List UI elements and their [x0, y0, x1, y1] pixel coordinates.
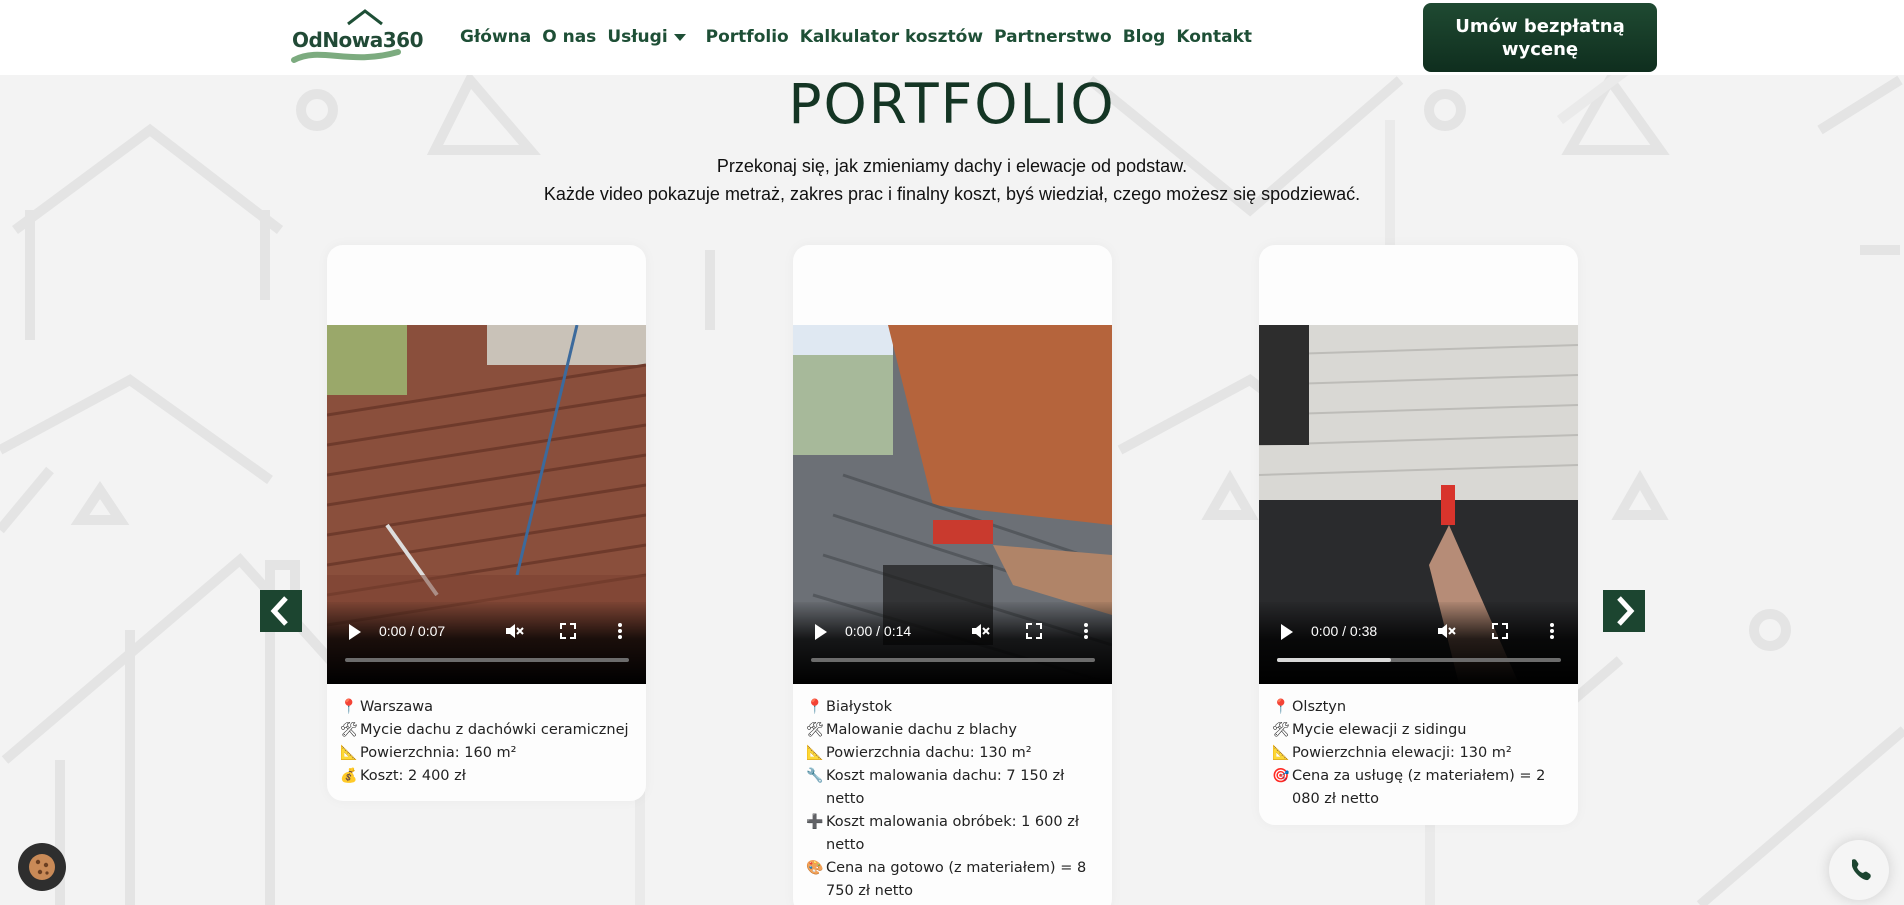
book-quote-button[interactable]: Umów bezpłatną wycenę — [1423, 3, 1657, 72]
portfolio-card: 0:00 / 0:38 📍 Olsztyn 🛠 Mycie elewacji z s… — [1259, 245, 1578, 825]
cookie-icon — [29, 854, 55, 880]
site-header: OdNowa360 Główna O nas Usługi Portfolio … — [0, 0, 1904, 75]
video-player[interactable]: 0:00 / 0:07 — [327, 325, 646, 684]
nav-item-glowna[interactable]: Główna — [460, 27, 531, 47]
detail-trim-cost: ➕ Koszt malowania obróbek: 1 600 zł netto — [806, 811, 1106, 857]
nav-item-o-nas[interactable]: O nas — [542, 27, 596, 47]
ruler-icon: 📐 — [1272, 745, 1290, 761]
pin-icon: 📍 — [1272, 699, 1290, 715]
mute-icon[interactable] — [1435, 620, 1457, 642]
logo-text: OdNowa360 — [292, 28, 424, 52]
video-controls: 0:00 / 0:07 — [327, 602, 646, 684]
phone-icon — [1851, 859, 1871, 881]
detail-total-price: 🎨 Cena na gotowo (z materiałem) = 8 750 z… — [806, 857, 1106, 903]
carousel-prev-button[interactable] — [260, 590, 302, 632]
detail-service: 🛠 Malowanie dachu z blachy — [806, 719, 1106, 742]
money-bag-icon: 💰 — [340, 768, 358, 784]
detail-roof-cost: 🔧 Koszt malowania dachu: 7 150 zł netto — [806, 765, 1106, 811]
detail-cost: 💰 Koszt: 2 400 zł — [340, 765, 640, 788]
detail-service: 🛠 Mycie dachu z dachówki ceramicznej — [340, 719, 640, 742]
main-nav: Główna O nas Usługi Portfolio Kalkulator… — [460, 27, 1263, 47]
video-time: 0:00 / 0:38 — [1311, 623, 1378, 639]
subtitle-line-2: Każde video pokazuje metraż, zakres prac… — [543, 184, 1361, 204]
nav-item-partnerstwo[interactable]: Partnerstwo — [994, 27, 1112, 47]
detail-area: 📐 Powierzchnia elewacji: 130 m² — [1272, 742, 1572, 765]
video-progress-fill — [1277, 658, 1391, 662]
mute-icon[interactable] — [969, 620, 991, 642]
video-progress-bar[interactable] — [1277, 658, 1561, 662]
video-progress-bar[interactable] — [811, 658, 1095, 662]
detail-location: 📍 Warszawa — [340, 696, 640, 719]
more-options-icon[interactable] — [1541, 620, 1563, 642]
nav-item-kontakt[interactable]: Kontakt — [1176, 27, 1252, 47]
fullscreen-icon[interactable] — [557, 620, 579, 642]
carousel-next-button[interactable] — [1603, 590, 1645, 632]
tools-icon: 🛠 — [1272, 722, 1290, 738]
video-controls: 0:00 / 0:14 — [793, 602, 1112, 684]
chevron-down-icon[interactable] — [673, 33, 686, 41]
chevron-right-icon — [1617, 596, 1635, 626]
chevron-left-icon — [270, 596, 288, 626]
call-button[interactable] — [1829, 840, 1889, 900]
detail-service: 🛠 Mycie elewacji z sidingu — [1272, 719, 1572, 742]
nav-item-portfolio[interactable]: Portfolio — [706, 27, 789, 47]
pin-icon: 📍 — [340, 699, 358, 715]
fullscreen-icon[interactable] — [1023, 620, 1045, 642]
mute-icon[interactable] — [503, 620, 525, 642]
cta-line-1: Umów bezpłatną — [1455, 16, 1625, 37]
video-time: 0:00 / 0:14 — [845, 623, 912, 639]
tools-icon: 🛠 — [340, 722, 358, 738]
portfolio-card: 0:00 / 0:07 📍 Warszawa 🛠 Mycie dachu z dac… — [327, 245, 646, 801]
nav-item-blog[interactable]: Blog — [1123, 27, 1166, 47]
target-icon: 🎯 — [1272, 768, 1290, 784]
tools-icon: 🛠 — [806, 722, 824, 738]
play-icon[interactable] — [815, 624, 827, 640]
logo[interactable]: OdNowa360 — [290, 8, 424, 66]
play-icon[interactable] — [349, 624, 361, 640]
palette-icon: 🎨 — [806, 860, 824, 876]
detail-area: 📐 Powierzchnia dachu: 130 m² — [806, 742, 1106, 765]
nav-item-kalkulator[interactable]: Kalkulator kosztów — [800, 27, 983, 47]
video-player[interactable]: 0:00 / 0:38 — [1259, 325, 1578, 684]
wrench-icon: 🔧 — [806, 768, 824, 784]
play-icon[interactable] — [1281, 624, 1293, 640]
project-details: 📍 Olsztyn 🛠 Mycie elewacji z sidingu 📐 Powi… — [1272, 696, 1572, 811]
video-player[interactable]: 0:00 / 0:14 — [793, 325, 1112, 684]
fullscreen-icon[interactable] — [1489, 620, 1511, 642]
subtitle-line-1: Przekonaj się, jak zmieniamy dachy i ele… — [716, 156, 1188, 176]
video-controls: 0:00 / 0:38 — [1259, 602, 1578, 684]
detail-total-price: 🎯 Cena za usługę (z materiałem) = 2 080 z… — [1272, 765, 1572, 811]
more-options-icon[interactable] — [1075, 620, 1097, 642]
plus-icon: ➕ — [806, 814, 824, 830]
ruler-icon: 📐 — [806, 745, 824, 761]
cookie-settings-button[interactable] — [18, 843, 66, 891]
ruler-icon: 📐 — [340, 745, 358, 761]
cta-line-2: wycenę — [1501, 39, 1579, 60]
video-time: 0:00 / 0:07 — [379, 623, 446, 639]
detail-location: 📍 Olsztyn — [1272, 696, 1572, 719]
nav-item-uslugi[interactable]: Usługi — [607, 27, 667, 47]
detail-location: 📍 Białystok — [806, 696, 1106, 719]
pin-icon: 📍 — [806, 699, 824, 715]
portfolio-card: 0:00 / 0:14 📍 Białystok 🛠 Malowanie dachu … — [793, 245, 1112, 905]
project-details: 📍 Białystok 🛠 Malowanie dachu z blachy 📐 Po… — [806, 696, 1106, 903]
more-options-icon[interactable] — [609, 620, 631, 642]
page-title: PORTFOLIO — [788, 72, 1116, 136]
project-details: 📍 Warszawa 🛠 Mycie dachu z dachówki cerami… — [340, 696, 640, 788]
detail-area: 📐 Powierzchnia: 160 m² — [340, 742, 640, 765]
video-progress-bar[interactable] — [345, 658, 629, 662]
